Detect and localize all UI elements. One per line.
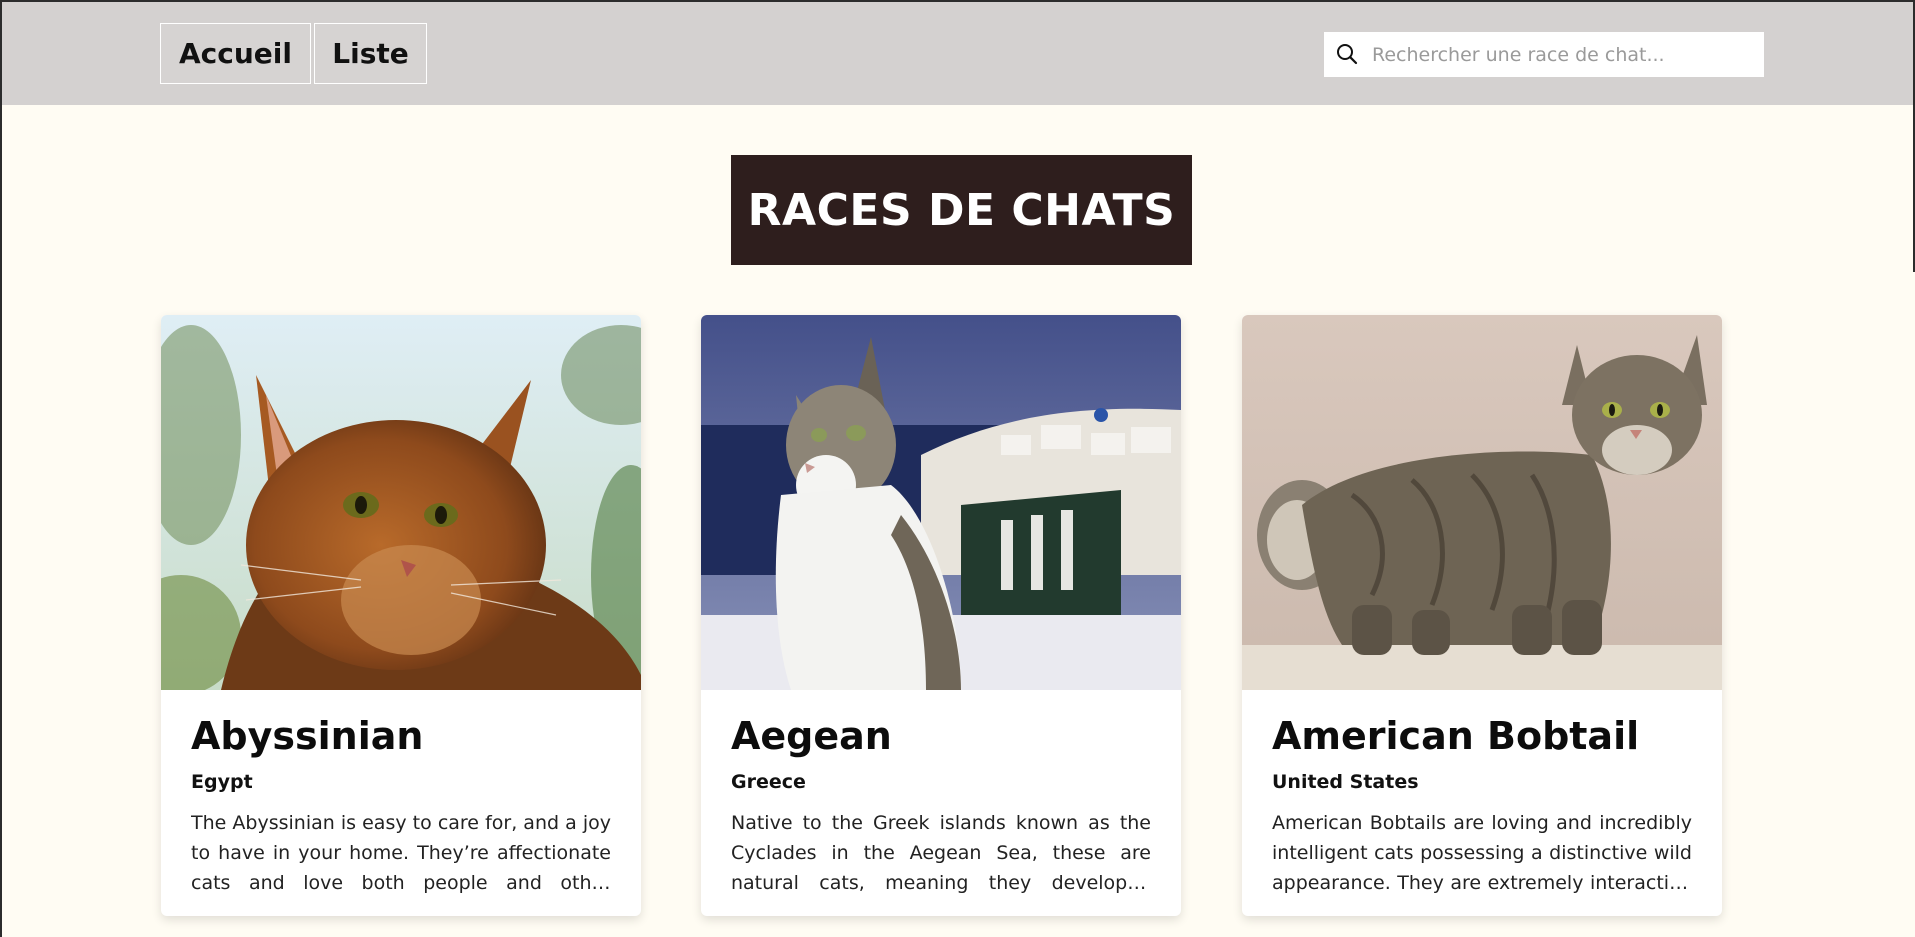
page-title: RACES DE CHATS — [747, 184, 1176, 236]
breed-description: Native to the Greek islands known as the… — [731, 812, 1151, 894]
breed-name: American Bobtail — [1272, 714, 1640, 758]
aegean-cat-photo — [701, 315, 1181, 690]
search-box[interactable] — [1324, 32, 1764, 77]
breed-origin: Egypt — [191, 771, 253, 793]
breed-card-abyssinian[interactable]: Abyssinian Egypt The Abyssinian is easy … — [161, 315, 641, 916]
breed-origin: United States — [1272, 771, 1419, 793]
nav-home-button[interactable]: Accueil — [160, 23, 311, 84]
breed-name: Aegean — [731, 714, 892, 758]
breed-card-american-bobtail[interactable]: American Bobtail United States American … — [1242, 315, 1722, 916]
american-bobtail-cat-photo — [1242, 315, 1722, 690]
search-icon — [1336, 43, 1358, 65]
top-header: Accueil Liste — [2, 2, 1915, 105]
abyssinian-cat-photo — [161, 315, 641, 690]
breed-description: The Abyssinian is easy to care for, and … — [191, 812, 611, 894]
nav-list-button[interactable]: Liste — [314, 23, 427, 84]
breed-description: American Bobtails are loving and incredi… — [1272, 812, 1692, 894]
breed-card-aegean[interactable]: Aegean Greece Native to the Greek island… — [701, 315, 1181, 916]
search-input[interactable] — [1372, 32, 1752, 77]
page-title-banner: RACES DE CHATS — [731, 155, 1192, 265]
breed-origin: Greece — [731, 771, 806, 793]
breed-name: Abyssinian — [191, 714, 424, 758]
